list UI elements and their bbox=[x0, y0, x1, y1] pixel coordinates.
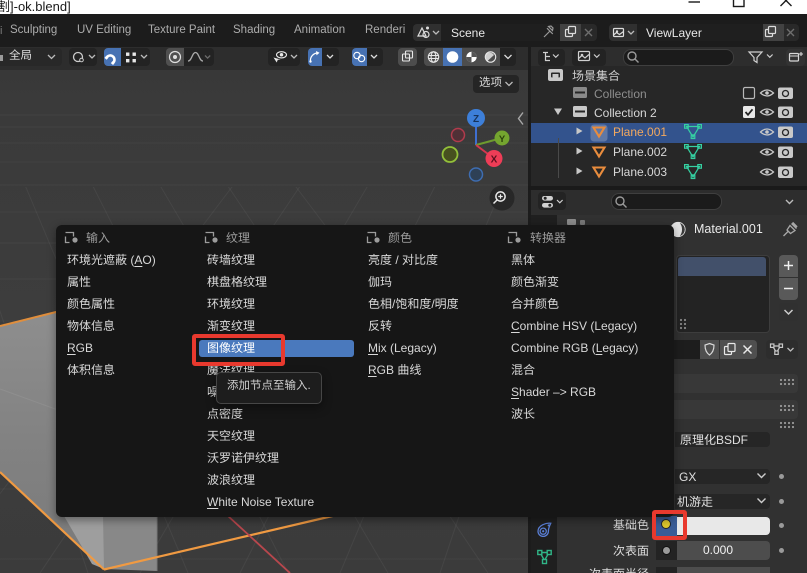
svg-text:Y: Y bbox=[499, 134, 506, 145]
svg-text:X: X bbox=[491, 155, 498, 166]
svg-text:Z: Z bbox=[473, 114, 479, 125]
